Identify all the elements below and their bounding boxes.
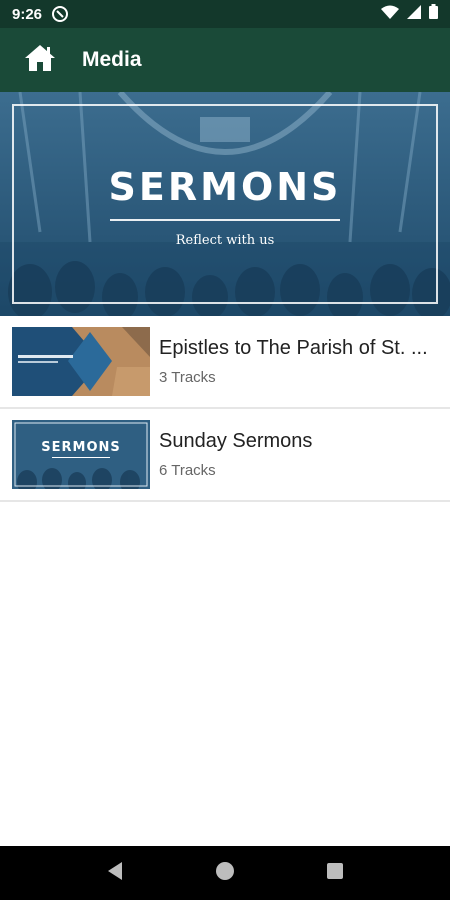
home-circle-icon: [215, 861, 235, 885]
app-bar: Media: [0, 28, 450, 92]
signal-icon: [407, 4, 421, 24]
back-button[interactable]: [106, 861, 124, 886]
banner-subtitle: Reflect with us: [175, 233, 275, 248]
banner-divider: [110, 219, 340, 221]
sunday-sermons-thumbnail: SERMONS: [12, 420, 150, 489]
battery-icon: [429, 4, 438, 24]
item-title: Epistles to The Parish of St. ...: [159, 337, 428, 359]
list-item-epistles[interactable]: Epistles to The Parish of St. ... 3 Trac…: [0, 316, 450, 409]
home-button[interactable]: [10, 28, 70, 92]
do-not-disturb-icon: [52, 6, 69, 22]
recents-button[interactable]: [326, 862, 344, 885]
item-title: Sunday Sermons: [159, 430, 313, 452]
item-track-count: 3 Tracks: [159, 369, 216, 386]
recents-square-icon: [326, 862, 344, 884]
status-bar: 9:26: [0, 0, 450, 28]
media-list: Epistles to The Parish of St. ... 3 Trac…: [0, 316, 450, 502]
list-item-sunday-sermons[interactable]: SERMONS Sunday Sermons 6 Tracks: [0, 409, 450, 502]
home-nav-button[interactable]: [215, 861, 235, 886]
back-triangle-icon: [106, 861, 124, 885]
home-icon: [24, 44, 56, 77]
epistles-thumbnail: [12, 327, 150, 396]
page-title: Media: [82, 48, 142, 71]
thumbnail-label: SERMONS: [41, 440, 121, 455]
wifi-icon: [381, 5, 399, 24]
system-nav-bar: [0, 846, 450, 900]
item-track-count: 6 Tracks: [159, 462, 216, 479]
status-time: 9:26: [12, 5, 43, 23]
banner-title: SERMONS: [108, 165, 342, 209]
